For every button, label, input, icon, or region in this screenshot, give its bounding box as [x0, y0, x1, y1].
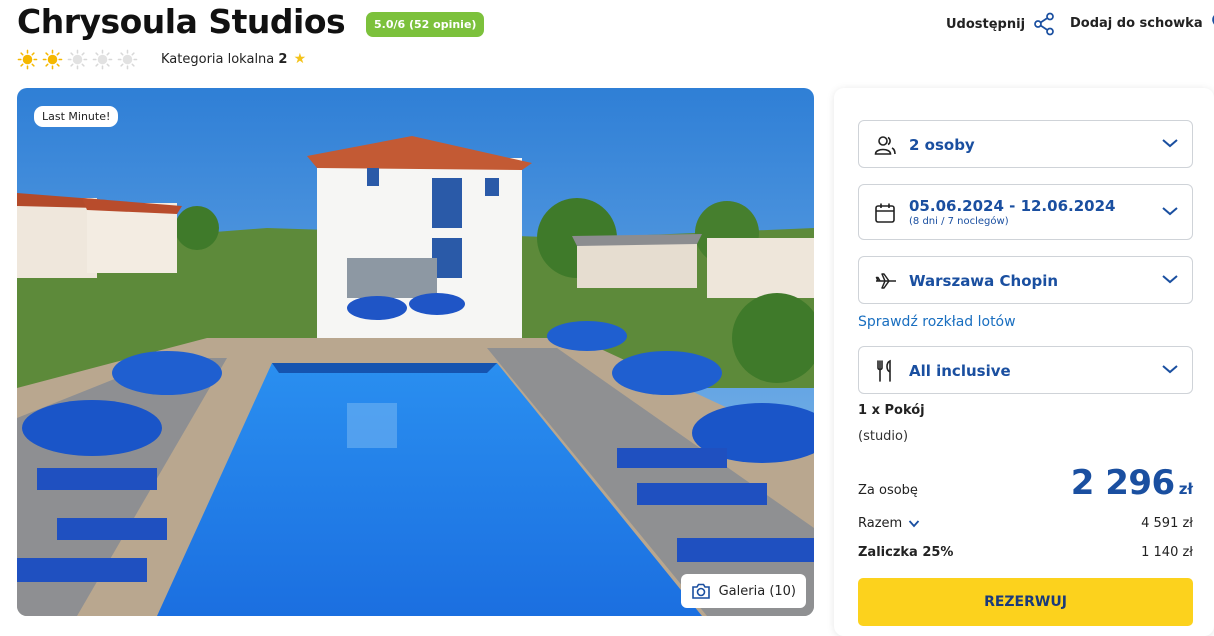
- dates-value: 05.06.2024 - 12.06.2024: [909, 197, 1116, 215]
- per-person-price: 2 296 zł: [1071, 463, 1193, 503]
- total-value: 4 591 zł: [1141, 516, 1193, 531]
- board-select[interactable]: All inclusive: [858, 346, 1193, 394]
- departure-select[interactable]: Warszawa Chopin: [858, 256, 1193, 304]
- dates-nights: (8 dni / 7 noclegów): [909, 216, 1009, 227]
- departure-value: Warszawa Chopin: [909, 272, 1059, 290]
- chevron-down-icon: [1162, 139, 1178, 148]
- sun-rating: [17, 49, 138, 70]
- sun-icon: [42, 49, 63, 70]
- chevron-down-icon: [1162, 365, 1178, 374]
- room-count: 1 x Pokój: [858, 403, 925, 418]
- persons-select[interactable]: 2 osoby: [858, 120, 1193, 168]
- hotel-name: Chrysoula Studios: [17, 2, 346, 41]
- chevron-down-icon[interactable]: [908, 519, 920, 528]
- wishlist-label: Dodaj do schowka: [1070, 15, 1203, 31]
- last-minute-badge: Last Minute!: [34, 106, 119, 127]
- chevron-down-icon: [1162, 207, 1178, 216]
- sun-empty-icon: [92, 49, 113, 70]
- deposit-row: Zaliczka 25% 1 140 zł: [858, 545, 1193, 560]
- gallery-label: Galeria (10): [718, 583, 796, 599]
- category-value: 2: [278, 52, 288, 67]
- local-category: Kategoria lokalna 2 ★: [161, 51, 306, 67]
- room-type: (studio): [858, 429, 909, 444]
- deposit-value: 1 140 zł: [1141, 545, 1193, 560]
- share-label: Udostępnij: [946, 16, 1026, 32]
- cutlery-icon: [877, 359, 891, 382]
- hotel-photo-image: [17, 88, 814, 616]
- dates-select[interactable]: 05.06.2024 - 12.06.2024 (8 dni / 7 nocle…: [858, 184, 1193, 240]
- camera-icon: [691, 583, 710, 599]
- share-icon: [1034, 12, 1054, 36]
- sun-empty-icon: [117, 49, 138, 70]
- persons-value: 2 osoby: [909, 136, 975, 154]
- deposit-label: Zaliczka 25%: [858, 545, 954, 560]
- gallery-button[interactable]: Galeria (10): [680, 574, 806, 608]
- booking-panel: 2 osoby 05.06.2024 - 12.06.2024 (8 dni /…: [834, 88, 1214, 636]
- reserve-button[interactable]: REZERWUJ: [858, 578, 1193, 626]
- sun-icon: [17, 49, 38, 70]
- per-person-label: Za osobę: [858, 483, 918, 498]
- price-amount: 2 296: [1070, 463, 1175, 503]
- heart-icon: [1211, 14, 1214, 26]
- star-icon: ★: [293, 51, 307, 67]
- price-currency: zł: [1178, 480, 1193, 498]
- sun-empty-icon: [67, 49, 88, 70]
- share-button[interactable]: Udostępnij: [946, 12, 1055, 36]
- users-icon: [874, 136, 896, 155]
- hotel-photo[interactable]: Last Minute! Galeria (10): [17, 88, 814, 616]
- wishlist-button[interactable]: Dodaj do schowka: [1070, 12, 1214, 34]
- hotel-page: Chrysoula Studios 5.0/6 (52 opinie) Kate…: [0, 0, 1214, 636]
- board-value: All inclusive: [909, 362, 1011, 380]
- total-row[interactable]: Razem 4 591 zł: [858, 516, 1193, 531]
- plane-icon: [875, 273, 896, 289]
- chevron-down-icon: [1162, 275, 1178, 284]
- category-label: Kategoria lokalna: [161, 52, 275, 67]
- calendar-icon: [875, 203, 895, 223]
- rating-badge[interactable]: 5.0/6 (52 opinie): [366, 12, 485, 37]
- flight-schedule-link[interactable]: Sprawdź rozkład lotów: [858, 314, 1016, 330]
- total-label: Razem: [858, 516, 903, 531]
